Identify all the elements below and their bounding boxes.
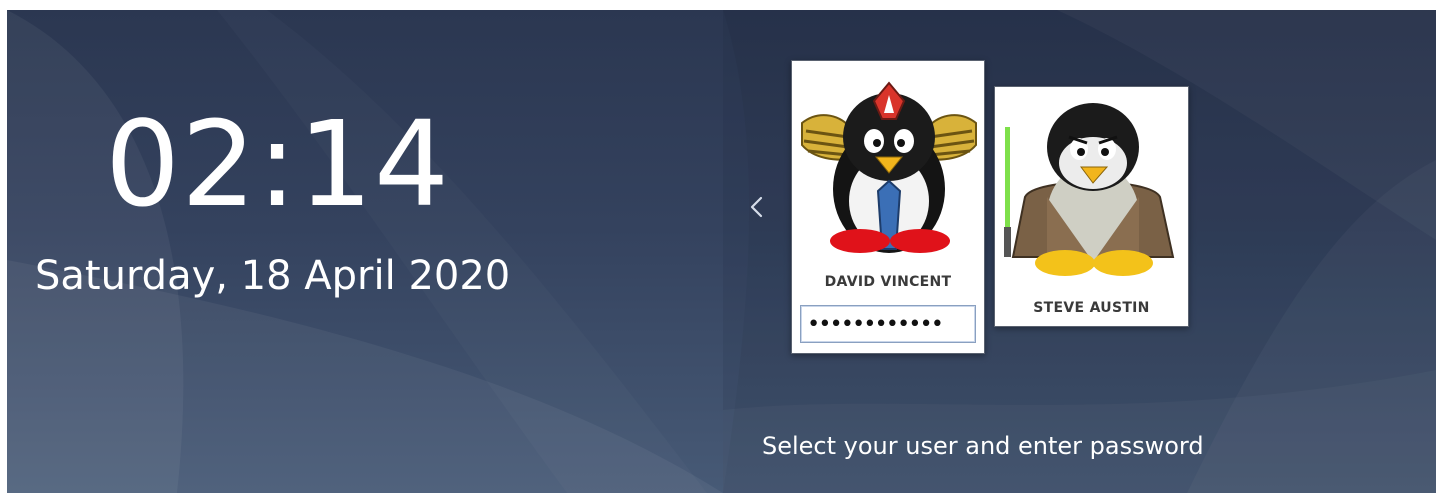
user-card-steve-austin[interactable]: STEVE AUSTIN <box>994 86 1189 327</box>
tux-penguin-avatar <box>801 81 977 253</box>
password-input[interactable] <box>800 305 976 343</box>
login-screen: 02:14 Saturday, 18 April 2020 DAVID VINC… <box>7 10 1436 493</box>
login-hint: Select your user and enter password <box>762 432 1204 460</box>
clock-date: Saturday, 18 April 2020 <box>35 253 511 299</box>
clock-time: 02:14 <box>105 95 451 233</box>
user-name-label: DAVID VINCENT <box>824 274 952 290</box>
tux-penguin-avatar <box>1004 103 1175 276</box>
user-name-label: STEVE AUSTIN <box>1033 300 1150 316</box>
user-card-david-vincent[interactable]: DAVID VINCENT <box>791 60 985 354</box>
chevron-left-icon[interactable] <box>745 192 769 222</box>
